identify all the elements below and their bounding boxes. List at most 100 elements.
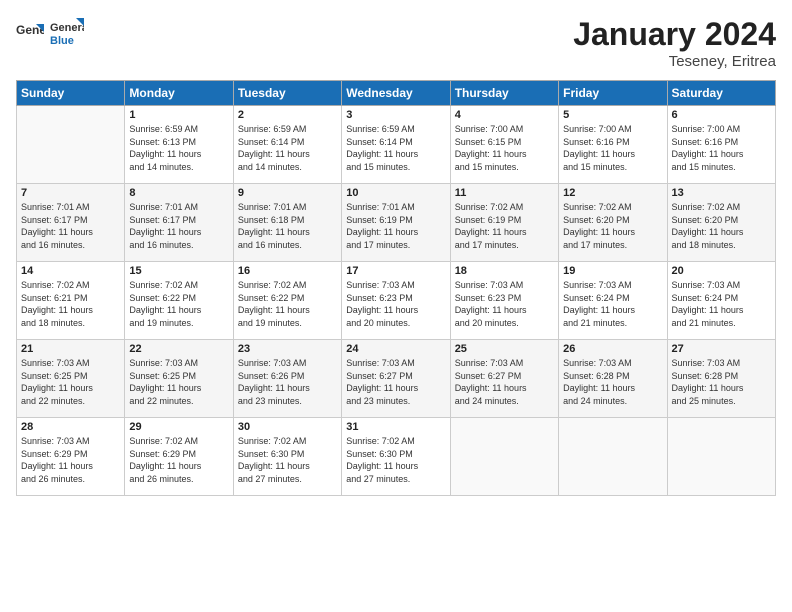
calendar-cell: 14Sunrise: 7:02 AMSunset: 6:21 PMDayligh… <box>17 262 125 340</box>
day-number: 16 <box>238 265 337 277</box>
calendar-cell <box>667 418 775 496</box>
calendar-cell: 30 Sunrise: 7:02 AMSunset: 6:30 PMDayligh… <box>233 418 341 496</box>
calendar-location: Teseney, Eritrea <box>573 53 776 70</box>
calendar-cell <box>559 418 667 496</box>
day-number: 2 <box>238 109 337 121</box>
calendar-week-row: 7 Sunrise: 7:01 AMSunset: 6:17 PMDaylight… <box>17 184 776 262</box>
day-number: 29 <box>129 421 228 433</box>
col-wednesday: Wednesday <box>342 81 450 106</box>
day-info: Sunrise: 7:01 AMSunset: 6:18 PMDaylight:… <box>238 201 337 251</box>
calendar-cell: 29 Sunrise: 7:02 AMSunset: 6:29 PMDayligh… <box>125 418 233 496</box>
calendar-cell: 5 Sunrise: 7:00 AMSunset: 6:16 PMDaylight… <box>559 106 667 184</box>
day-info: Sunrise: 6:59 AMSunset: 6:14 PMDaylight:… <box>238 123 337 173</box>
day-number: 21 <box>21 343 120 355</box>
col-saturday: Saturday <box>667 81 775 106</box>
day-number: 23 <box>238 343 337 355</box>
day-number: 11 <box>455 187 554 199</box>
day-info: Sunrise: 7:03 AMSunset: 6:23 PMDaylight:… <box>346 279 445 329</box>
calendar-title: January 2024 <box>573 16 776 53</box>
day-number: 10 <box>346 187 445 199</box>
day-info: Sunrise: 7:02 AMSunset: 6:21 PMDaylight:… <box>21 279 120 329</box>
calendar-table: Sunday Monday Tuesday Wednesday Thursday… <box>16 80 776 496</box>
calendar-cell: 6Sunrise: 7:00 AMSunset: 6:16 PMDaylight… <box>667 106 775 184</box>
calendar-cell: 17 Sunrise: 7:03 AMSunset: 6:23 PMDayligh… <box>342 262 450 340</box>
general-blue-logo-icon: General Blue <box>48 16 84 52</box>
calendar-cell: 2 Sunrise: 6:59 AMSunset: 6:14 PMDaylight… <box>233 106 341 184</box>
day-number: 24 <box>346 343 445 355</box>
day-number: 26 <box>563 343 662 355</box>
calendar-cell: 9 Sunrise: 7:01 AMSunset: 6:18 PMDaylight… <box>233 184 341 262</box>
day-info: Sunrise: 6:59 AMSunset: 6:13 PMDaylight:… <box>129 123 228 173</box>
day-info: Sunrise: 7:03 AMSunset: 6:24 PMDaylight:… <box>563 279 662 329</box>
day-number: 25 <box>455 343 554 355</box>
calendar-cell: 10Sunrise: 7:01 AMSunset: 6:19 PMDayligh… <box>342 184 450 262</box>
col-monday: Monday <box>125 81 233 106</box>
day-number: 8 <box>129 187 228 199</box>
calendar-cell: 28Sunrise: 7:03 AMSunset: 6:29 PMDayligh… <box>17 418 125 496</box>
day-info: Sunrise: 7:03 AMSunset: 6:27 PMDaylight:… <box>346 357 445 407</box>
day-info: Sunrise: 7:03 AMSunset: 6:26 PMDaylight:… <box>238 357 337 407</box>
day-number: 17 <box>346 265 445 277</box>
calendar-cell: 8 Sunrise: 7:01 AMSunset: 6:17 PMDaylight… <box>125 184 233 262</box>
calendar-cell: 1Sunrise: 6:59 AMSunset: 6:13 PMDaylight… <box>125 106 233 184</box>
day-info: Sunrise: 6:59 AMSunset: 6:14 PMDaylight:… <box>346 123 445 173</box>
calendar-week-row: 1Sunrise: 6:59 AMSunset: 6:13 PMDaylight… <box>17 106 776 184</box>
calendar-cell: 16Sunrise: 7:02 AMSunset: 6:22 PMDayligh… <box>233 262 341 340</box>
calendar-cell: 11Sunrise: 7:02 AMSunset: 6:19 PMDayligh… <box>450 184 558 262</box>
day-info: Sunrise: 7:02 AMSunset: 6:20 PMDaylight:… <box>563 201 662 251</box>
day-number: 15 <box>129 265 228 277</box>
calendar-header-row: Sunday Monday Tuesday Wednesday Thursday… <box>17 81 776 106</box>
day-number: 27 <box>672 343 771 355</box>
day-info: Sunrise: 7:03 AMSunset: 6:28 PMDaylight:… <box>672 357 771 407</box>
col-sunday: Sunday <box>17 81 125 106</box>
calendar-cell: 26Sunrise: 7:03 AMSunset: 6:28 PMDayligh… <box>559 340 667 418</box>
day-info: Sunrise: 7:02 AMSunset: 6:30 PMDaylight:… <box>238 435 337 485</box>
day-number: 6 <box>672 109 771 121</box>
day-info: Sunrise: 7:03 AMSunset: 6:24 PMDaylight:… <box>672 279 771 329</box>
day-number: 4 <box>455 109 554 121</box>
day-info: Sunrise: 7:00 AMSunset: 6:15 PMDaylight:… <box>455 123 554 173</box>
day-number: 19 <box>563 265 662 277</box>
calendar-cell: 21 Sunrise: 7:03 AMSunset: 6:25 PMDayligh… <box>17 340 125 418</box>
calendar-week-row: 21 Sunrise: 7:03 AMSunset: 6:25 PMDayligh… <box>17 340 776 418</box>
day-number: 18 <box>455 265 554 277</box>
day-info: Sunrise: 7:03 AMSunset: 6:25 PMDaylight:… <box>21 357 120 407</box>
day-info: Sunrise: 7:02 AMSunset: 6:20 PMDaylight:… <box>672 201 771 251</box>
day-info: Sunrise: 7:01 AMSunset: 6:17 PMDaylight:… <box>129 201 228 251</box>
calendar-cell <box>450 418 558 496</box>
calendar-cell: 31Sunrise: 7:02 AMSunset: 6:30 PMDayligh… <box>342 418 450 496</box>
day-number: 22 <box>129 343 228 355</box>
calendar-cell: 23 Sunrise: 7:03 AMSunset: 6:26 PMDayligh… <box>233 340 341 418</box>
col-thursday: Thursday <box>450 81 558 106</box>
calendar-cell: 27 Sunrise: 7:03 AMSunset: 6:28 PMDayligh… <box>667 340 775 418</box>
day-number: 7 <box>21 187 120 199</box>
calendar-cell: 18Sunrise: 7:03 AMSunset: 6:23 PMDayligh… <box>450 262 558 340</box>
calendar-cell: 12 Sunrise: 7:02 AMSunset: 6:20 PMDayligh… <box>559 184 667 262</box>
day-info: Sunrise: 7:03 AMSunset: 6:25 PMDaylight:… <box>129 357 228 407</box>
day-number: 9 <box>238 187 337 199</box>
col-tuesday: Tuesday <box>233 81 341 106</box>
calendar-cell: 3Sunrise: 6:59 AMSunset: 6:14 PMDaylight… <box>342 106 450 184</box>
day-info: Sunrise: 7:00 AMSunset: 6:16 PMDaylight:… <box>563 123 662 173</box>
calendar-cell: 19 Sunrise: 7:03 AMSunset: 6:24 PMDayligh… <box>559 262 667 340</box>
day-info: Sunrise: 7:01 AMSunset: 6:17 PMDaylight:… <box>21 201 120 251</box>
svg-text:General: General <box>50 22 84 34</box>
calendar-cell: 15 Sunrise: 7:02 AMSunset: 6:22 PMDayligh… <box>125 262 233 340</box>
calendar-cell: 24 Sunrise: 7:03 AMSunset: 6:27 PMDayligh… <box>342 340 450 418</box>
calendar-cell: 7 Sunrise: 7:01 AMSunset: 6:17 PMDaylight… <box>17 184 125 262</box>
col-friday: Friday <box>559 81 667 106</box>
day-info: Sunrise: 7:03 AMSunset: 6:27 PMDaylight:… <box>455 357 554 407</box>
calendar-cell: 22 Sunrise: 7:03 AMSunset: 6:25 PMDayligh… <box>125 340 233 418</box>
title-block: January 2024 Teseney, Eritrea <box>573 16 776 70</box>
calendar-cell: 4 Sunrise: 7:00 AMSunset: 6:15 PMDaylight… <box>450 106 558 184</box>
calendar-body: 1Sunrise: 6:59 AMSunset: 6:13 PMDaylight… <box>17 106 776 496</box>
day-number: 28 <box>21 421 120 433</box>
day-info: Sunrise: 7:02 AMSunset: 6:29 PMDaylight:… <box>129 435 228 485</box>
day-number: 5 <box>563 109 662 121</box>
day-number: 12 <box>563 187 662 199</box>
day-number: 13 <box>672 187 771 199</box>
svg-text:Blue: Blue <box>50 35 74 47</box>
day-number: 20 <box>672 265 771 277</box>
day-number: 30 <box>238 421 337 433</box>
day-info: Sunrise: 7:02 AMSunset: 6:22 PMDaylight:… <box>129 279 228 329</box>
